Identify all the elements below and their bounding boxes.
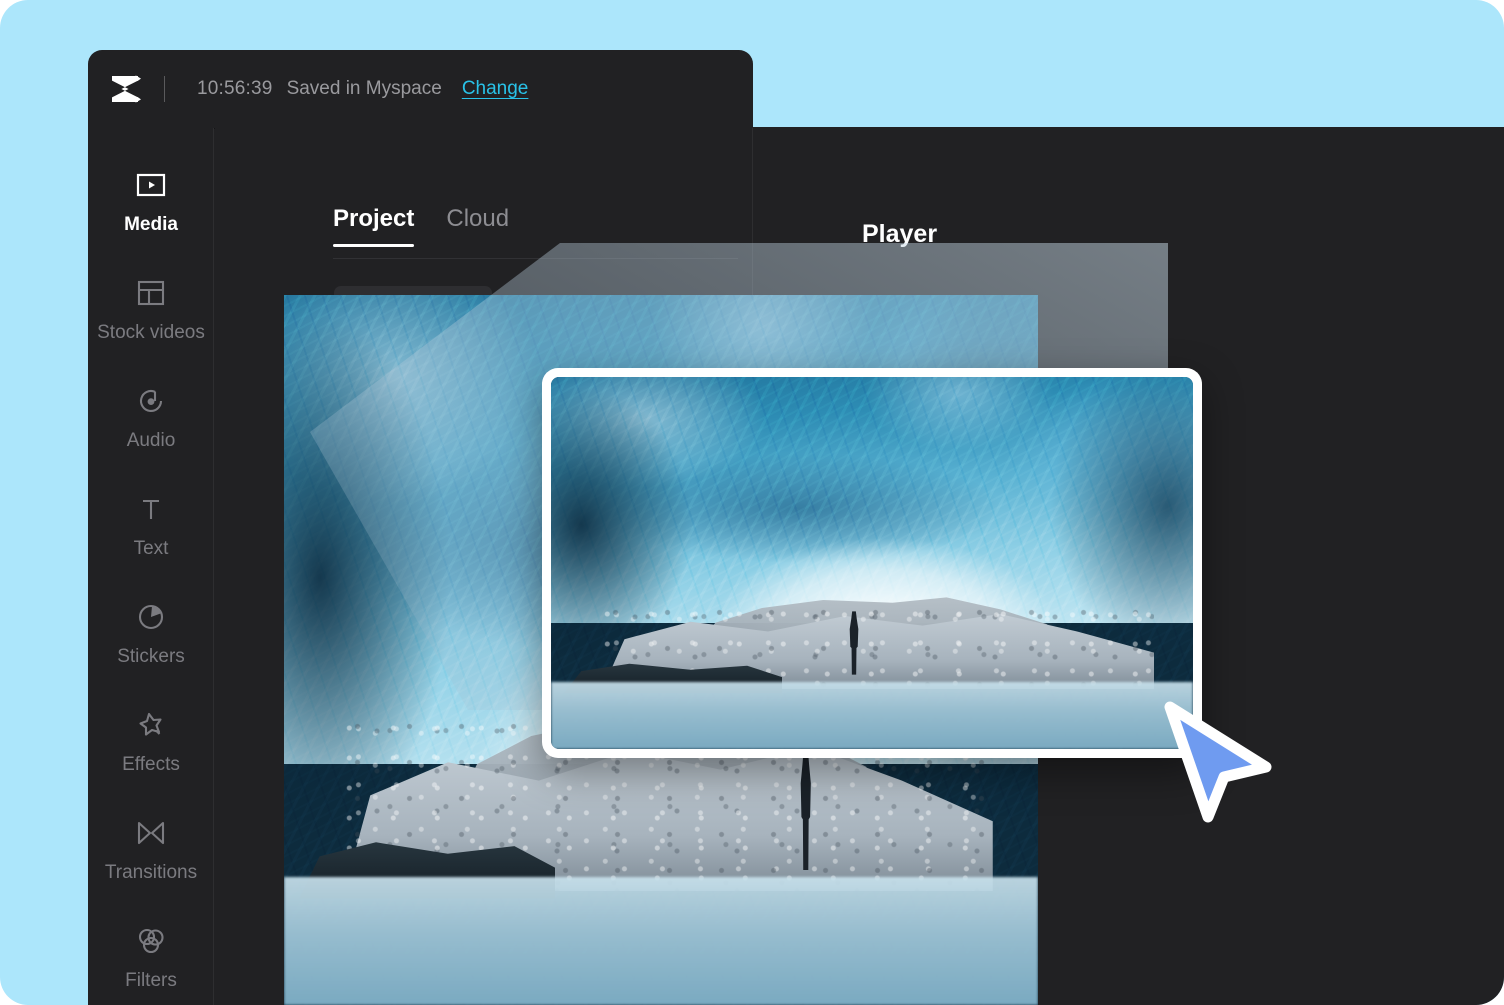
- media-tabs: Project Cloud: [333, 205, 509, 247]
- sidebar-item-stickers[interactable]: Stickers: [88, 584, 214, 692]
- tabs-divider: [333, 258, 738, 259]
- dragged-thumbnail-image: [551, 377, 1193, 749]
- app-header: 10:56:39 Saved in Myspace Change: [88, 50, 753, 128]
- page-root: Media Stock videos Audio Text Stickers E…: [0, 0, 1504, 1005]
- sidebar-item-label: Audio: [126, 430, 176, 451]
- sidebar-item-audio[interactable]: Audio: [88, 368, 214, 476]
- player-title: Player: [862, 220, 938, 248]
- scene-water: [551, 682, 1193, 749]
- sidebar-item-label: Media: [124, 214, 178, 235]
- app-window: Media Stock videos Audio Text Stickers E…: [88, 50, 1504, 1005]
- ice-cave-thumbnail: [551, 377, 1193, 749]
- capcut-logo-icon[interactable]: [88, 72, 164, 106]
- audio-icon: [136, 382, 166, 420]
- sidebar-item-label: Filters: [125, 970, 177, 991]
- filters-icon: [135, 922, 167, 960]
- sidebar-item-label: Stickers: [117, 646, 185, 667]
- dragged-media-thumbnail[interactable]: [542, 368, 1202, 758]
- text-icon: [136, 490, 166, 528]
- stock-videos-icon: [136, 274, 166, 312]
- tab-cloud[interactable]: Cloud: [446, 205, 509, 247]
- autosave-time: 10:56:39: [197, 78, 273, 99]
- sidebar-item-label: Text: [133, 538, 169, 559]
- pointer-arrow-cursor: [1164, 701, 1272, 823]
- sidebar-item-transitions[interactable]: Transitions: [88, 800, 214, 908]
- change-location-link[interactable]: Change: [462, 78, 529, 100]
- media-icon: [136, 166, 166, 204]
- sidebar-item-effects[interactable]: Effects: [88, 692, 214, 800]
- sidebar-item-label: Stock videos: [97, 322, 205, 343]
- sidebar-item-text[interactable]: Text: [88, 476, 214, 584]
- sidebar: Media Stock videos Audio Text Stickers E…: [88, 127, 214, 1005]
- effects-icon: [136, 706, 166, 744]
- sidebar-item-label: Transitions: [104, 862, 198, 883]
- header-separator: [164, 76, 165, 102]
- sidebar-item-stock-videos[interactable]: Stock videos: [88, 260, 214, 368]
- stickers-icon: [136, 598, 166, 636]
- transitions-icon: [137, 821, 165, 845]
- save-location-label: Saved in Myspace: [286, 78, 442, 99]
- sidebar-item-filters[interactable]: Filters: [88, 908, 214, 1005]
- sidebar-item-label: Effects: [122, 754, 180, 775]
- tab-project[interactable]: Project: [333, 205, 415, 247]
- sidebar-item-media[interactable]: Media: [88, 152, 214, 260]
- scene-water: [284, 877, 1038, 1005]
